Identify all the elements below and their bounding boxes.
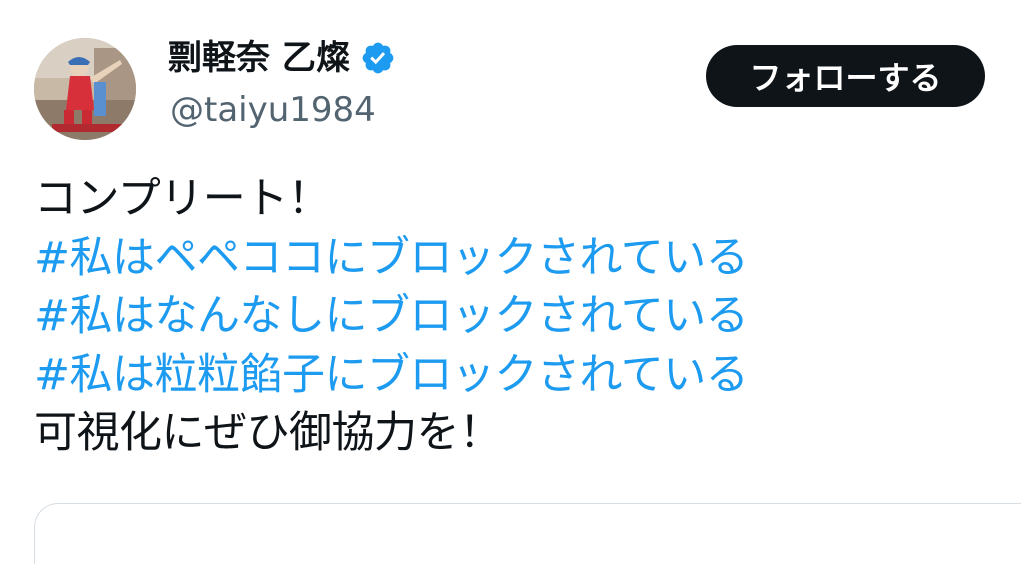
author-handle[interactable]: @taiyu1984: [170, 88, 376, 132]
tweet-text-line: コンプリート！: [34, 174, 331, 224]
verified-badge-icon: [360, 40, 396, 76]
tweet-text-line: 可視化にぜひ御協力を！: [34, 408, 502, 458]
author-name-row: 剽軽奈 乙燦: [168, 36, 396, 80]
hashtag-link[interactable]: #私は粒粒餡子にブロックされている: [34, 346, 994, 405]
author-display-name[interactable]: 剽軽奈 乙燦: [168, 36, 350, 80]
quoted-card-border: [34, 503, 1021, 564]
tweet-text: コンプリート！ #私はペペココにブロックされている #私はなんなしにブロックされ…: [34, 170, 994, 463]
hashtag-link[interactable]: #私はなんなしにブロックされている: [34, 287, 994, 346]
follow-button[interactable]: フォローする: [706, 45, 985, 107]
avatar-photo: [34, 38, 136, 140]
hashtag-link[interactable]: #私はペペココにブロックされている: [34, 229, 994, 288]
avatar[interactable]: [34, 38, 136, 140]
